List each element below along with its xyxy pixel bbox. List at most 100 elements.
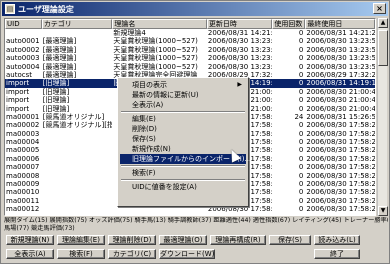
table-row[interactable]: auto0003 [最適理論] 天皇賞秋理論(1000~527) 2006/08/30… [5,54,375,62]
table-row[interactable]: ma00013 2006/08/30 17:58:2002006/08/30 17… [5,214,375,215]
cell-use-count: 0 [298,205,304,214]
context-menu-item[interactable]: 項目の表示 ▶ [120,80,246,90]
table-row[interactable]: 新規理論42006/08/31 14:21:2302006/08/31 14:2… [5,29,375,37]
exit-button[interactable]: 終了 [314,249,360,259]
context-menu-item[interactable]: 削除(D) [120,124,246,134]
cell-category [42,180,113,188]
cell-last-used: 2006/08/30 17:58:20 [306,163,375,172]
save-button[interactable]: 保存(S) [269,235,311,245]
load-button[interactable]: 読み込み(L) [314,235,360,245]
context-menu-item[interactable]: 最新の情報に更新(U) [120,90,246,100]
close-button[interactable]: × [373,3,386,14]
cell-uid: ma00011 [6,196,40,205]
cell-uid: ma00013 [5,214,42,215]
cell-category [42,163,113,171]
table-row[interactable]: auto0001 [最適理論] 天皇賞秋理論(1000~527) 2006/08/30… [5,37,375,45]
delete-theory-button[interactable]: 理論削除(D) [108,235,156,245]
cell-category: [最適理論] [42,45,77,54]
scroll-up-icon[interactable]: ▲ [378,18,388,28]
status-line-1: 展開タイム(15) 展開指数(75) オッズ評価(75) 騎手馬(13) 騎手調… [4,217,388,224]
cell-category [42,130,113,138]
menu-separator [121,165,245,167]
cell-use-count: 0 [298,171,304,180]
cell-updated: 2006/08/31 14:21:23 [207,29,272,37]
cell-use-count: 0 [298,54,304,63]
cell-category: [旧理論] [42,87,70,96]
table-row[interactable]: auto0004 [最適理論] 天皇賞秋理論(1000~527) 2006/08/30… [5,63,375,71]
cell-updated: 2006/08/30 13:23:54 [207,54,272,63]
cell-last-used: 2006/08/31 14:19:14 [306,79,375,88]
cell-uid [5,29,42,37]
cell-last-used: 2006/08/30 21:00:46 [306,104,375,113]
optimal-theory-button[interactable]: 最適理論(O) [159,235,207,245]
cell-use-count: 0 [298,146,304,155]
cell-uid: ma00004 [6,138,40,147]
column-header-updated[interactable]: 更新日時 [206,19,272,29]
cell-uid: auto0002 [6,45,40,54]
download-button[interactable]: ダウンロード(W) [159,249,215,259]
column-header-use-count[interactable]: 使用回数 [271,19,306,29]
menu-item-label: UIDに値番を設定(A) [132,183,197,191]
cell-last-used: 2006/08/30 13:23:54 [306,62,375,71]
dialog-window: ▤ ユーザ理論設定 × UID カテゴリ 理論名 更新日時 使用回数 最終使用日… [0,0,390,264]
cell-last-used: 2006/08/30 17:58:20 [306,180,375,189]
cell-uid: import [6,79,30,88]
context-menu-item[interactable]: UIDに値番を設定(A) [120,182,246,192]
cell-theory-name: 新規理論4 [113,29,146,37]
edit-theory-button[interactable]: 理論編集(E) [57,235,105,245]
category-button[interactable]: カテゴリ(C) [108,249,156,259]
cell-uid: autocst [6,70,32,79]
cell-last-used: 2006/08/30 17:58:20 [306,138,375,147]
column-header-category[interactable]: カテゴリ [41,19,113,29]
cell-category [42,29,113,37]
context-menu-item[interactable]: 検索(F) [120,168,246,178]
cell-uid: ma00008 [6,171,40,180]
cell-last-used: 2006/08/30 21:00:46 [306,96,375,105]
cell-category [42,188,113,196]
table-scrollbar[interactable]: ▲ ▼ [377,18,388,216]
search-button[interactable]: 検索(F) [57,249,105,259]
cell-use-count: 0 [298,196,304,205]
window-title: ユーザ理論設定 [18,4,74,14]
cell-uid: ma00010 [6,188,40,197]
menu-item-label: 最新の情報に更新(U) [132,91,199,99]
cell-uid: auto0001 [6,37,40,46]
cell-uid: ma00003 [6,129,40,138]
menu-item-label: 新規作成(N) [132,145,171,153]
cell-use-count: 0 [298,163,304,172]
cell-use-count: 0 [298,129,304,138]
cell-use-count: 0 [298,62,304,71]
cell-uid: ma00009 [6,180,40,189]
status-line-2: 馬場(77) 競走馬評価(73) [4,225,75,232]
cell-use-count: 0 [298,37,304,46]
cell-theory-name [112,214,206,215]
cell-use-count: 0 [298,87,304,96]
cell-theory-name: 天皇賞秋理論(1000~527) [113,37,198,46]
cell-last-used: 2006/08/31 14:21:23 [306,29,375,37]
cell-category: [旧理論] [42,96,70,105]
column-header-last-used[interactable]: 最終使用日 [305,19,375,29]
cell-category [42,197,113,205]
context-menu-item[interactable]: 全表示(A) [120,100,246,110]
context-menu-item[interactable]: 編集(E) [120,114,246,124]
new-theory-button[interactable]: 新規理論(N) [6,235,54,245]
cell-last-used: 2006/08/29 17:32:24 [306,70,375,79]
cell-use-count: 0 [298,180,304,189]
cell-last-used: 2006/08/31 15:26:58 [306,112,375,121]
recompose-theory-button[interactable]: 理論再構成(R) [210,235,266,245]
context-menu-item[interactable]: 保存(S) [120,134,246,144]
cell-use-count: 0 [298,104,304,113]
scroll-down-icon[interactable]: ▼ [378,206,388,216]
context-menu-item[interactable]: 旧理論ファイルからのインポート(I)... [120,154,251,164]
scroll-thumb[interactable] [378,30,388,66]
cell-category: [最適理論] [42,70,77,79]
cell-category [42,138,113,146]
cell-last-used: 2006/08/30 17:58:20 [306,205,375,214]
show-all-button[interactable]: 全表示(A) [6,249,54,259]
column-header-uid[interactable]: UID [5,19,42,29]
menu-item-label: 項目の表示 [132,81,167,89]
cell-uid: auto0003 [6,54,40,63]
column-header-theory-name[interactable]: 理論名 [112,19,207,29]
cell-last-used: 2006/08/30 13:23:54 [306,45,375,54]
table-row[interactable]: auto0002 [最適理論] 天皇賞秋理論(1000~527) 2006/08/30… [5,46,375,54]
